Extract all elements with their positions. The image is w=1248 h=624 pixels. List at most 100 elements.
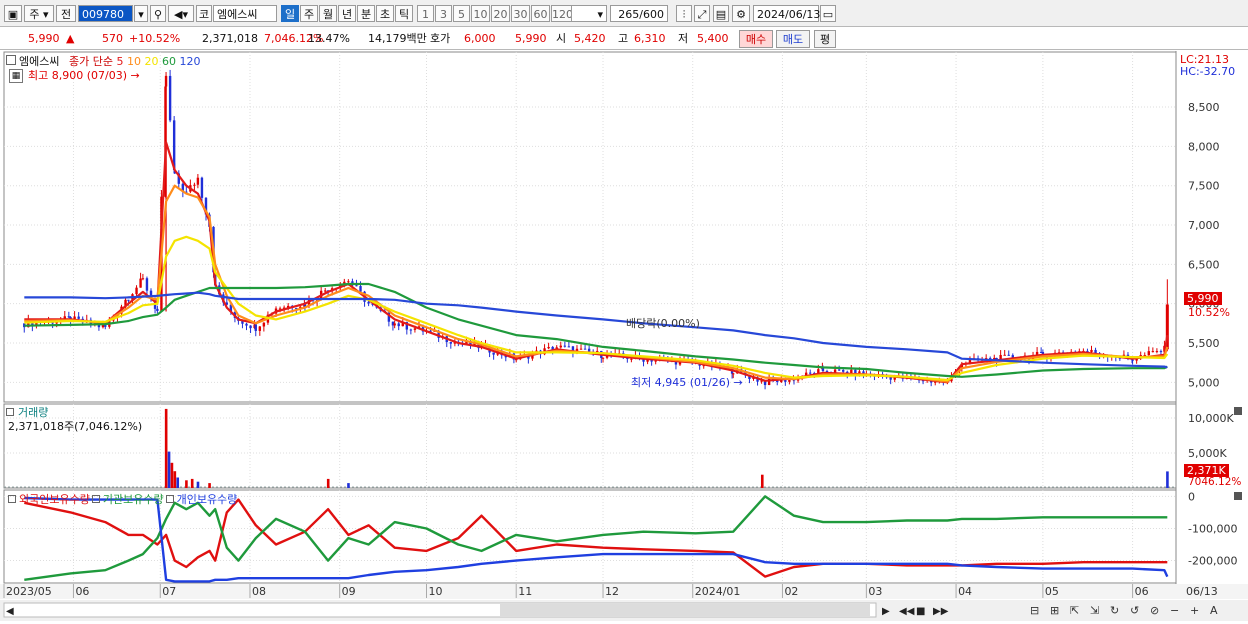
chart-tool-3: ⇲ [1090, 604, 1099, 617]
interval-button-120[interactable]: 120 [551, 5, 573, 22]
candle-body [837, 369, 841, 371]
code-type-button[interactable]: 전 [56, 5, 76, 22]
volume-bar [326, 478, 330, 488]
search-icon[interactable]: ⚲ [150, 5, 166, 22]
candle-body [193, 184, 196, 186]
sell-button[interactable]: 매도 [776, 30, 810, 48]
interval-button-30[interactable]: 30 [511, 5, 530, 22]
holding-tick-0: 0 [1188, 490, 1195, 503]
volume-bar [173, 471, 177, 488]
low-label: 저 [678, 32, 689, 45]
stock-name-field[interactable]: 엠에스씨 [213, 5, 277, 22]
volume-legend-icon[interactable] [6, 408, 14, 416]
turnover-rate: 13.47% [308, 32, 350, 45]
volume-tick-1: 10,000K [1188, 412, 1234, 425]
change-value: 570 [102, 32, 123, 45]
dividend-note: 배당락(0.00%) [626, 317, 700, 330]
interval-button-60[interactable]: 60 [531, 5, 550, 22]
save-icon[interactable]: ▤ [713, 5, 729, 22]
holding-legend-2: 개인보유수량 [176, 493, 238, 506]
sound-icon[interactable]: ◀▾ [168, 5, 194, 22]
candle-body [409, 329, 413, 331]
playback-control-3: ▶▶ [933, 606, 949, 617]
interval-select[interactable]: ▾ [571, 5, 607, 22]
volume-bar [170, 462, 174, 488]
ma-period-60: 60 [158, 55, 176, 68]
period-tab-6[interactable]: 틱 [395, 5, 413, 22]
chart-area[interactable]: 5,0005,5006,0006,5007,0007,5008,0008,500… [0, 51, 1248, 621]
candle-body [355, 285, 358, 287]
candle-body [1159, 351, 1163, 353]
period-tab-4[interactable]: 분 [357, 5, 375, 22]
candle-body [1003, 354, 1006, 356]
low-note: 최저 4,945 (01/26) → [631, 376, 743, 389]
volume-bar [185, 480, 188, 488]
candle-body [547, 346, 550, 349]
gear-icon[interactable]: ⚙ [732, 5, 750, 22]
x-tick-6: 11 [518, 585, 532, 598]
legend-box-icon[interactable] [6, 55, 16, 65]
holding-legend-icon[interactable] [165, 495, 174, 503]
candle-body [492, 352, 495, 355]
panel-close-icon-1 [1234, 492, 1242, 500]
candle-body [77, 316, 80, 319]
count-field[interactable]: 265/600 [610, 5, 668, 22]
chart-tool-0: ⊟ [1030, 604, 1039, 617]
market-select[interactable]: 주 ▾ [24, 5, 54, 22]
volume-bar [167, 451, 171, 488]
volume-bar [760, 474, 764, 488]
price-tick-4: 7,000 [1188, 219, 1220, 232]
candle-body [587, 348, 591, 352]
code-dropdown-icon[interactable]: ▾ [134, 5, 148, 22]
bid-price-2: 5,990 [515, 32, 547, 45]
period-tab-5[interactable]: 초 [376, 5, 394, 22]
holding-legend-icon[interactable] [8, 495, 16, 503]
interval-button-3[interactable]: 3 [435, 5, 452, 22]
holding-legend: 외국인보유수량 기관보유수량 개인보유수량 [6, 491, 237, 507]
open-price: 5,420 [574, 32, 606, 45]
buy-button[interactable]: 매수 [739, 30, 773, 48]
count-value: 265 [618, 8, 640, 21]
holding-legend-0: 외국인보유수량 [19, 493, 90, 506]
price-tick-1: 5,500 [1188, 337, 1220, 350]
candle-body [347, 281, 350, 283]
playback-control-1: ◀◀ [899, 606, 915, 617]
volume-value-note: 2,371,018주(7,046.12%) [8, 420, 143, 433]
interval-button-10[interactable]: 10 [471, 5, 490, 22]
window-icon[interactable]: ▣ [4, 5, 22, 22]
period-tab-2[interactable]: 월 [319, 5, 337, 22]
interval-button-1[interactable]: 1 [417, 5, 434, 22]
candle-icon[interactable]: ⫶ [676, 5, 692, 22]
volume-bar [1166, 471, 1169, 488]
candle-body [359, 286, 362, 292]
interval-button-5[interactable]: 5 [453, 5, 470, 22]
candle-body [200, 177, 204, 198]
evaluate-button[interactable]: 평 [814, 30, 836, 48]
calculator-icon[interactable]: ▦ [9, 69, 23, 83]
chart-tool-8: + [1190, 604, 1199, 617]
code-input[interactable]: 009780 [78, 5, 133, 22]
compare-icon[interactable]: ⤢ [694, 5, 710, 22]
chart-tool-2: ⇱ [1070, 604, 1079, 617]
period-tab-0[interactable]: 일 [281, 5, 299, 22]
candle-body [413, 328, 417, 330]
candle-body [449, 342, 453, 344]
scroll-left-icon: ◀ [6, 606, 14, 617]
chart-canvas[interactable]: 5,0005,5006,0006,5007,0007,5008,0008,500… [0, 51, 1248, 621]
last-price-percent: 10.52% [1188, 306, 1230, 319]
price-tick-7: 8,500 [1188, 101, 1220, 114]
candle-body [1090, 349, 1093, 352]
hc-value: HC:-32.70 [1180, 65, 1236, 78]
x-tick-4: 09 [342, 585, 356, 598]
candle-body [397, 323, 400, 327]
chart-tool-5: ↺ [1130, 604, 1139, 617]
calendar-icon[interactable]: ▭ [820, 5, 836, 22]
ma-period-20: 20 [140, 55, 159, 68]
trade-amount: 14,179백만 [368, 32, 427, 45]
period-tab-1[interactable]: 주 [300, 5, 318, 22]
date-field[interactable]: 2024/06/13 [753, 5, 820, 22]
interval-button-20[interactable]: 20 [491, 5, 510, 22]
holding-legend-icon[interactable] [91, 495, 100, 503]
period-tab-3[interactable]: 년 [338, 5, 356, 22]
price-tick-3: 6,500 [1188, 258, 1220, 271]
